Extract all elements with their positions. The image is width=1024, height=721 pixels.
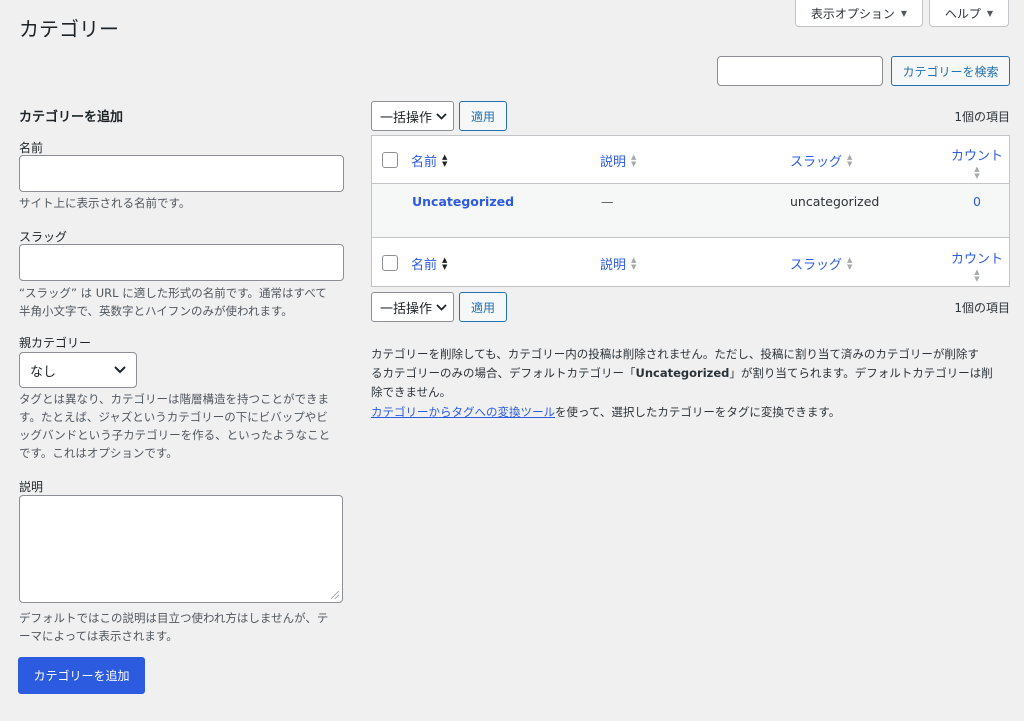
category-description: — xyxy=(601,194,614,209)
slug-help: “スラッグ” は URL に適した形式の名前です。通常はすべて 半角小文字で、英… xyxy=(19,286,327,318)
categories-table: 名前 ▲ ▼ 説明 ▲ ▼ スラッグ ▲ ▼ カウント ▲ ▼ Uncategorize… xyxy=(371,135,1010,287)
column-description-footer[interactable]: 説明 ▲ ▼ xyxy=(600,254,636,273)
apply-button-bottom[interactable]: 適用 xyxy=(459,292,507,322)
help-label: ヘルプ xyxy=(944,6,981,21)
category-count-link[interactable]: 0 xyxy=(949,194,1005,209)
caret-down-icon: ▼ xyxy=(986,8,994,18)
sort-icon: ▲ ▼ xyxy=(847,255,853,271)
items-count: 1個の項目 xyxy=(954,110,1010,124)
table-header-row: 名前 ▲ ▼ 説明 ▲ ▼ スラッグ ▲ ▼ カウント ▲ ▼ xyxy=(372,136,1009,184)
parent-help: タグとは異なり、カテゴリーは階層構造を持つことができま す。たとえば、ジャズとい… xyxy=(19,392,331,460)
page-title: カテゴリー xyxy=(19,17,119,41)
parent-select[interactable]: なし xyxy=(19,352,137,388)
sort-icon: ▲ ▼ xyxy=(631,152,637,168)
name-input[interactable] xyxy=(19,155,344,192)
sort-icon: ▲ ▼ xyxy=(847,152,853,168)
column-name-header[interactable]: 名前 ▲ ▼ xyxy=(411,151,447,170)
parent-label: 親カテゴリー xyxy=(19,336,92,350)
help-button[interactable]: ヘルプ ▼ xyxy=(929,0,1009,27)
bulk-actions-value: 一括操作 xyxy=(380,301,433,317)
table-footer-row: 名前 ▲ ▼ 説明 ▲ ▼ スラッグ ▲ ▼ カウント ▲ ▼ xyxy=(372,238,1009,287)
select-all-checkbox[interactable] xyxy=(382,152,398,168)
name-label: 名前 xyxy=(19,141,44,155)
slug-input[interactable] xyxy=(19,244,344,281)
select-all-checkbox-footer[interactable] xyxy=(382,255,398,271)
bulk-actions-select-bottom[interactable]: 一括操作 xyxy=(371,292,454,322)
category-name-link[interactable]: Uncategorized xyxy=(412,194,514,209)
add-category-heading: カテゴリーを追加 xyxy=(19,110,124,125)
screen-options-button[interactable]: 表示オプション ▼ xyxy=(795,0,923,27)
column-name-footer[interactable]: 名前 ▲ ▼ xyxy=(411,254,447,273)
slug-label: スラッグ xyxy=(19,230,68,244)
chevron-down-icon xyxy=(436,112,447,120)
sort-icon: ▲ ▼ xyxy=(442,255,448,271)
caret-down-icon: ▼ xyxy=(900,8,908,18)
category-slug: uncategorized xyxy=(790,194,880,209)
column-count-footer[interactable]: カウント ▲ ▼ xyxy=(949,248,1005,283)
chevron-down-icon xyxy=(436,303,447,311)
name-help: サイト上に表示される名前です。 xyxy=(19,196,191,210)
column-slug-header[interactable]: スラッグ ▲ ▼ xyxy=(790,151,852,170)
bulk-actions-value: 一括操作 xyxy=(380,110,433,126)
screen-options-label: 表示オプション xyxy=(810,6,895,21)
sort-icon: ▲ ▼ xyxy=(974,165,980,180)
description-textarea[interactable] xyxy=(19,495,343,603)
table-row: Uncategorized — uncategorized 0 xyxy=(372,184,1009,238)
search-input[interactable] xyxy=(717,56,883,86)
add-category-button[interactable]: カテゴリーを追加 xyxy=(18,657,145,694)
bulk-actions-select[interactable]: 一括操作 xyxy=(371,101,454,131)
chevron-down-icon xyxy=(114,366,126,374)
column-count-header[interactable]: カウント ▲ ▼ xyxy=(949,145,1005,180)
sort-icon: ▲ ▼ xyxy=(974,268,980,283)
resize-handle-icon[interactable] xyxy=(331,591,339,599)
description-label: 説明 xyxy=(19,480,44,494)
delete-notice: カテゴリーを削除しても、カテゴリー内の投稿は削除されません。ただし、投稿に割り当… xyxy=(371,347,993,399)
sort-icon: ▲ ▼ xyxy=(631,255,637,271)
column-description-header[interactable]: 説明 ▲ ▼ xyxy=(600,151,636,170)
column-slug-footer[interactable]: スラッグ ▲ ▼ xyxy=(790,254,852,273)
converter-notice: カテゴリーからタグへの変換ツールを使って、選択したカテゴリーをタグに変換できます… xyxy=(371,405,841,419)
search-button[interactable]: カテゴリーを検索 xyxy=(891,56,1010,86)
items-count-bottom: 1個の項目 xyxy=(954,301,1010,315)
parent-select-value: なし xyxy=(30,364,57,380)
converter-link[interactable]: カテゴリーからタグへの変換ツール xyxy=(371,405,555,419)
apply-button[interactable]: 適用 xyxy=(459,101,507,131)
sort-icon: ▲ ▼ xyxy=(442,152,448,168)
description-help: デフォルトではこの説明は目立つ使われ方はしませんが、テ ーマによっては表示されま… xyxy=(19,611,329,643)
